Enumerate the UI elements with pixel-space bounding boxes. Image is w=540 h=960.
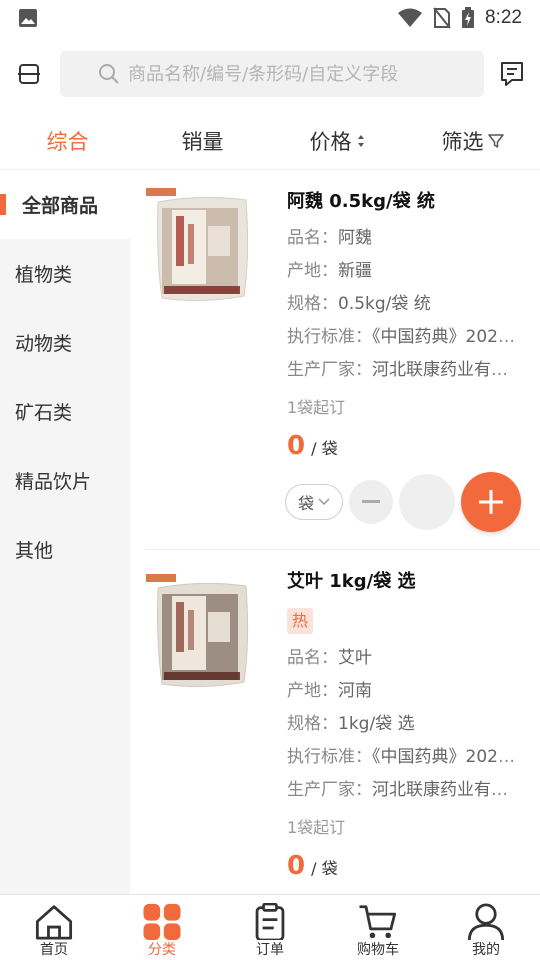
spec-product-name: 品名：艾叶	[287, 648, 372, 668]
sidebar-item-label: 全部商品	[22, 195, 99, 217]
bottom-nav: 首页 分类 订单 购物车 我的	[0, 894, 540, 960]
nav-category[interactable]: 分类	[108, 895, 216, 960]
tab-label: 筛选	[441, 130, 484, 154]
min-order: 1袋起订	[287, 818, 346, 837]
nav-profile[interactable]: 我的	[432, 895, 540, 960]
scan-button[interactable]	[0, 45, 58, 103]
battery-charging-icon	[462, 7, 475, 28]
cart-icon	[359, 905, 397, 939]
search-input[interactable]	[128, 63, 484, 85]
tab-label: 综合	[46, 130, 89, 154]
search-header	[0, 44, 540, 104]
plus-icon	[479, 490, 503, 514]
spec-origin: 产地：新疆	[287, 261, 372, 281]
status-left	[18, 8, 397, 28]
unit-select[interactable]: 袋	[285, 484, 343, 520]
home-icon	[35, 905, 73, 940]
category-sidebar: 全部商品 植物类 动物类 矿石类 精品饮片 其他	[0, 170, 130, 894]
status-time: 8:22	[485, 7, 522, 28]
tab-sales[interactable]: 销量	[135, 126, 270, 156]
spec-origin: 产地：河南	[287, 681, 372, 701]
nav-label: 我的	[472, 942, 500, 958]
scan-icon	[18, 64, 40, 84]
decrease-button[interactable]	[349, 480, 393, 524]
spec-size: 规格：1kg/袋 选	[287, 714, 415, 734]
wifi-icon	[398, 8, 423, 27]
spec-standard: 执行标准：《中国药典》2020年版	[287, 327, 519, 347]
nav-orders[interactable]: 订单	[216, 895, 324, 960]
nav-label: 购物车	[357, 942, 399, 958]
sidebar-item-label: 其他	[15, 540, 54, 562]
sidebar-item-all[interactable]: 全部商品	[0, 170, 130, 239]
sidebar-item-label: 精品饮片	[15, 471, 92, 493]
tab-label: 价格	[309, 130, 352, 154]
sidebar-item-minerals[interactable]: 矿石类	[0, 377, 130, 446]
product-image	[146, 574, 249, 688]
active-indicator	[0, 194, 6, 215]
search-box[interactable]	[60, 51, 484, 97]
price-value: 0	[287, 431, 306, 461]
status-right: 8:22	[397, 7, 522, 29]
sidebar-item-label: 矿石类	[15, 402, 73, 424]
minus-icon	[362, 500, 380, 503]
search-icon	[99, 64, 119, 84]
quantity-input[interactable]	[399, 474, 455, 530]
category-icon	[143, 903, 181, 940]
message-button[interactable]	[484, 45, 540, 103]
nav-cart[interactable]: 购物车	[324, 895, 432, 960]
product-card[interactable]: 阿魏 0.5kg/袋 统 品名：阿魏 产地：新疆 规格：0.5kg/袋 统 执行…	[146, 170, 540, 550]
spec-standard: 执行标准：《中国药典》2020年版	[287, 747, 519, 767]
sidebar-item-label: 植物类	[15, 264, 73, 286]
tab-price[interactable]: 价格	[270, 126, 405, 156]
tab-label: 销量	[181, 130, 224, 154]
nav-home[interactable]: 首页	[0, 895, 108, 960]
price-unit: / 袋	[311, 439, 338, 458]
unit-select-value: 袋	[297, 494, 314, 513]
sidebar-item-animals[interactable]: 动物类	[0, 308, 130, 377]
spec-manufacturer: 生产厂家：河北联康药业有限公司	[287, 780, 519, 800]
sidebar-item-other[interactable]: 其他	[0, 515, 130, 584]
spec-product-name: 品名：阿魏	[287, 228, 372, 248]
filter-icon	[487, 134, 504, 148]
product-name: 阿魏 0.5kg/袋 统	[287, 191, 435, 212]
gallery-notification-icon	[19, 9, 37, 27]
spec-manufacturer: 生产厂家：河北联康药业有限公司	[287, 360, 519, 380]
price-unit: / 袋	[311, 859, 338, 878]
no-sim-icon	[433, 7, 451, 29]
nav-label: 分类	[148, 942, 176, 958]
product-list: 阿魏 0.5kg/袋 统 品名：阿魏 产地：新疆 规格：0.5kg/袋 统 执行…	[130, 170, 540, 894]
message-icon	[501, 62, 523, 86]
product-card[interactable]: 艾叶 1kg/袋 选 热 品名：艾叶 产地：河南 规格：1kg/袋 选 执行标准…	[146, 550, 540, 894]
add-to-cart-button[interactable]	[461, 472, 521, 532]
status-bar: 8:22	[0, 0, 540, 36]
quantity-controls: 袋	[285, 471, 540, 533]
nav-label: 订单	[256, 942, 284, 958]
sidebar-item-label: 动物类	[15, 333, 73, 355]
product-name: 艾叶 1kg/袋 选	[287, 571, 416, 592]
product-info: 阿魏 0.5kg/袋 统 品名：阿魏 产地：新疆 规格：0.5kg/袋 统 执行…	[285, 170, 540, 533]
product-info: 艾叶 1kg/袋 选 热 品名：艾叶 产地：河南 规格：1kg/袋 选 执行标准…	[287, 550, 540, 891]
chevron-down-icon	[318, 498, 330, 506]
spec-size: 规格：0.5kg/袋 统	[287, 294, 431, 314]
sort-arrows-icon	[357, 135, 364, 147]
price-value: 0	[287, 851, 306, 881]
sidebar-item-plants[interactable]: 植物类	[0, 239, 130, 308]
hot-badge: 热	[287, 608, 313, 634]
price: 0 / 袋	[287, 431, 540, 471]
order-icon	[255, 903, 285, 940]
price: 0 / 袋	[287, 851, 540, 891]
user-icon	[467, 903, 505, 940]
nav-label: 首页	[40, 942, 68, 958]
product-image	[146, 188, 249, 302]
sort-tabs: 综合 销量 价格 筛选	[0, 112, 540, 170]
min-order: 1袋起订	[287, 398, 346, 417]
tab-comprehensive[interactable]: 综合	[0, 126, 135, 156]
tab-filter[interactable]: 筛选	[405, 126, 540, 156]
sidebar-item-premium[interactable]: 精品饮片	[0, 446, 130, 515]
